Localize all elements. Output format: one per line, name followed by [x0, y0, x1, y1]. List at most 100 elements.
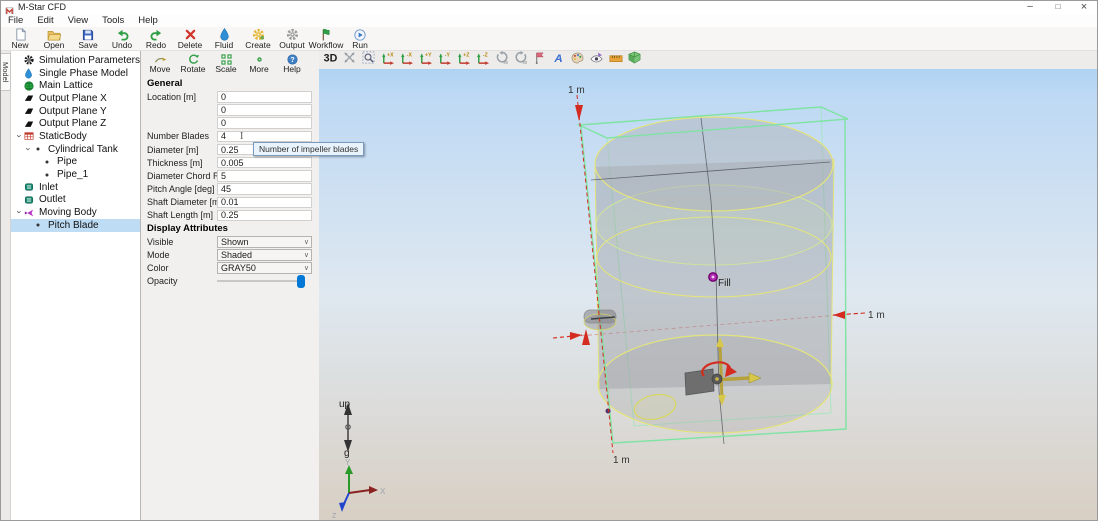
chevron-down-icon[interactable]	[15, 131, 24, 142]
axis-view-icon: +X	[380, 51, 395, 70]
svg-text:Z: Z	[332, 513, 337, 520]
field-value: 0.01	[221, 197, 239, 207]
view-plus-x-button[interactable]: +X	[379, 52, 396, 68]
mode-select[interactable]: Shaded	[217, 249, 312, 261]
location-component-input[interactable]: 0	[217, 104, 312, 116]
rotate-button[interactable]: Rotate	[180, 53, 206, 75]
open-button[interactable]: Open	[37, 27, 71, 51]
tree-item-output-plane-x[interactable]: Output Plane X	[11, 92, 140, 105]
thickness-m-input[interactable]: 0.005	[217, 157, 312, 169]
location-component-input[interactable]: 0	[217, 117, 312, 129]
color-select[interactable]: GRAY50	[217, 262, 312, 274]
view-3d-button[interactable]: 3D	[322, 52, 339, 68]
location-m-input[interactable]: 0	[217, 91, 312, 103]
svg-text:1 m: 1 m	[613, 455, 630, 466]
axis-view-icon: +Y	[418, 51, 433, 70]
text-cursor-icon: I	[240, 131, 243, 142]
menu-file[interactable]: File	[1, 14, 30, 27]
field-label: Location [m]	[147, 92, 217, 102]
field-label: Color	[147, 263, 217, 273]
opacity-slider[interactable]	[217, 276, 312, 288]
visible-select[interactable]: Shown	[217, 236, 312, 248]
tree-item-label: Cylindrical Tank	[48, 144, 118, 155]
menu-view[interactable]: View	[61, 14, 95, 27]
fluid-button[interactable]: Fluid	[207, 27, 241, 51]
tree-item-output-plane-y[interactable]: Output Plane Y	[11, 105, 140, 118]
chevron-down-icon[interactable]	[24, 144, 33, 155]
undo-button[interactable]: Undo	[105, 27, 139, 51]
toolbar-button-label: Redo	[146, 41, 166, 50]
view-minus-z-button[interactable]: -Z	[474, 52, 491, 68]
close-icon[interactable]	[1071, 1, 1097, 14]
maximize-icon[interactable]	[1045, 1, 1071, 14]
view-minus-y-button[interactable]: -Y	[436, 52, 453, 68]
fit-view-button[interactable]	[341, 52, 358, 68]
tree-item-label: Simulation Parameters	[39, 55, 140, 66]
create-button[interactable]: Create	[241, 27, 275, 51]
tree-item-label: Output Plane Y	[39, 106, 107, 117]
tree-item-moving-body[interactable]: Moving Body	[11, 206, 140, 219]
menu-edit[interactable]: Edit	[30, 14, 60, 27]
tree-item-output-plane-z[interactable]: Output Plane Z	[11, 117, 140, 130]
palette-button[interactable]	[569, 52, 586, 68]
menu-help[interactable]: Help	[131, 14, 165, 27]
redo-button[interactable]: Redo	[139, 27, 173, 51]
tree-item-outlet[interactable]: Outlet	[11, 194, 140, 207]
plane-icon	[24, 93, 36, 104]
svg-text:+Z: +Z	[463, 52, 469, 58]
view-plus-z-button[interactable]: +Z	[455, 52, 472, 68]
action-label: Rotate	[180, 65, 205, 74]
view-plus-y-button[interactable]: +Y	[417, 52, 434, 68]
annotation-a-icon: A	[553, 51, 564, 69]
shaft-length-m-input[interactable]: 0.25	[217, 210, 312, 222]
annotation-button[interactable]: A	[550, 52, 567, 68]
visibility-button[interactable]	[588, 52, 605, 68]
toolbar-button-label: Open	[44, 41, 65, 50]
output-button[interactable]: Output	[275, 27, 309, 51]
help-button[interactable]: ?Help	[279, 53, 305, 75]
tree-item-main-lattice[interactable]: Main Lattice	[11, 79, 140, 92]
properties-rows: GeneralLocation [m]000Number Blades4IDia…	[147, 77, 319, 288]
rotate-cw-button[interactable]: 90	[512, 52, 529, 68]
tab-model[interactable]: Model	[1, 53, 11, 91]
workflow-button[interactable]: Workflow	[309, 27, 343, 51]
tree-item-staticbody[interactable]: StaticBody	[11, 130, 140, 143]
tree-item-cylindrical-tank[interactable]: Cylindrical Tank	[11, 143, 140, 156]
diameter-chord-ratio-input[interactable]: 5	[217, 170, 312, 182]
tree-item-inlet[interactable]: Inlet	[11, 181, 140, 194]
shaft-diameter-m-input[interactable]: 0.01	[217, 197, 312, 209]
viewport-3d[interactable]: 3D+X-X+Y-Y+Z-Z9090A	[319, 51, 1098, 521]
slider-handle[interactable]	[297, 275, 305, 288]
menu-tools[interactable]: Tools	[95, 14, 131, 27]
tree-item-single-phase-model[interactable]: Single Phase Model	[11, 67, 140, 80]
ruler-button[interactable]	[607, 52, 624, 68]
run-button[interactable]: Run	[343, 27, 377, 51]
svg-text:X: X	[380, 487, 386, 496]
zoom-region-button[interactable]	[360, 52, 377, 68]
minimize-icon[interactable]	[1017, 1, 1043, 14]
scene-canvas[interactable]: Fill 1 m 1 m	[319, 69, 1098, 521]
toolbar-button-label: Workflow	[309, 41, 344, 50]
more-button[interactable]: More	[246, 53, 272, 75]
tree-item-label: Inlet	[39, 182, 58, 193]
save-button[interactable]: Save	[71, 27, 105, 51]
cube-icon	[628, 51, 641, 69]
scale-button[interactable]: Scale	[213, 53, 239, 75]
3d-text-icon: 3D	[322, 51, 339, 69]
tree-item-simulation-parameters[interactable]: Simulation Parameters	[11, 54, 140, 67]
marker-button[interactable]	[531, 52, 548, 68]
tree-item-pitch-blade[interactable]: Pitch Blade	[11, 219, 140, 232]
chevron-down-icon[interactable]	[15, 207, 24, 218]
pitch-angle-deg-input[interactable]: 45	[217, 183, 312, 195]
rotate-ccw-button[interactable]: 90	[493, 52, 510, 68]
tree-item-pipe[interactable]: Pipe	[11, 156, 140, 169]
tree-item-pipe-1[interactable]: Pipe_1	[11, 168, 140, 181]
number-blades-input[interactable]: 4I	[217, 131, 312, 143]
port-icon	[24, 182, 36, 193]
new-button[interactable]: New	[3, 27, 37, 51]
move-button[interactable]: Move	[147, 53, 173, 75]
slider-track[interactable]	[217, 280, 305, 282]
view-minus-x-button[interactable]: -X	[398, 52, 415, 68]
delete-button[interactable]: Delete	[173, 27, 207, 51]
bounding-box-button[interactable]	[626, 52, 643, 68]
